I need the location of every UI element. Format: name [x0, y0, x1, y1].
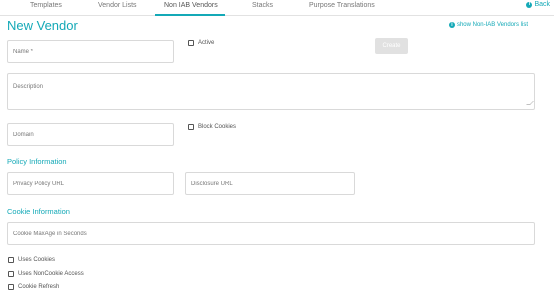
block-cookies-label: Block Cookies [198, 124, 237, 130]
cookie-refresh-label: Cookie Refresh [18, 284, 60, 290]
cookie-maxage-input[interactable] [7, 222, 535, 245]
disclosure-url-input[interactable] [185, 172, 355, 195]
tab-bar: Templates Vendor Lists Non IAB Vendors S… [0, 0, 554, 16]
checkbox-box[interactable] [8, 271, 14, 277]
checkbox-box[interactable] [8, 257, 14, 263]
checkbox-box[interactable] [8, 284, 14, 290]
tab-vendor-lists[interactable]: Vendor Lists [98, 2, 137, 9]
privacy-policy-url-input[interactable] [7, 172, 174, 195]
name-input[interactable] [7, 40, 174, 63]
info-circle-icon: i [526, 1, 533, 8]
description-field[interactable] [7, 73, 535, 110]
back-link[interactable]: i Back [526, 1, 550, 8]
block-cookies-checkbox[interactable]: Block Cookies [188, 124, 236, 130]
tab-templates[interactable]: Templates [30, 2, 62, 9]
show-vendors-list-link[interactable]: i show Non-IAB Vendors list [448, 22, 528, 28]
uses-cookies-checkbox[interactable]: Uses Cookies [8, 257, 55, 263]
checkbox-box[interactable] [188, 124, 194, 130]
show-vendors-list-label: show Non-IAB Vendors list [456, 22, 528, 28]
tab-non-iab-vendors[interactable]: Non IAB Vendors [164, 2, 218, 9]
active-checkbox[interactable]: Active [188, 40, 214, 46]
cookie-information-heading: Cookie Information [7, 207, 70, 216]
active-label: Active [198, 40, 215, 46]
checkbox-box[interactable] [188, 40, 194, 46]
cookie-refresh-checkbox[interactable]: Cookie Refresh [8, 284, 59, 290]
uses-noncookie-access-label: Uses NonCookie Access [18, 271, 84, 277]
domain-input[interactable] [7, 123, 174, 146]
back-label: Back [534, 1, 550, 8]
tab-stacks[interactable]: Stacks [252, 2, 273, 9]
uses-noncookie-access-checkbox[interactable]: Uses NonCookie Access [8, 271, 84, 277]
page-title: New Vendor [7, 18, 78, 33]
policy-information-heading: Policy Information [7, 157, 67, 166]
uses-cookies-label: Uses Cookies [18, 257, 56, 263]
info-circle-icon: i [448, 22, 455, 28]
tab-purpose-translations[interactable]: Purpose Translations [309, 2, 375, 9]
active-tab-indicator [155, 14, 225, 16]
create-button[interactable]: Create [375, 38, 408, 54]
